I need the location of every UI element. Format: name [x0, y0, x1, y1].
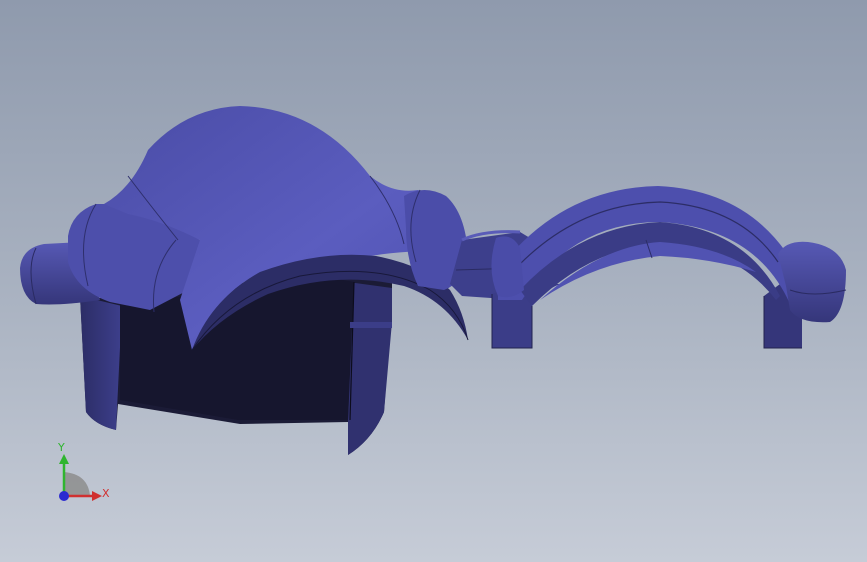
left-housing-right-wall: [348, 282, 392, 455]
z-axis-dot: [59, 491, 69, 501]
x-axis-label: X: [102, 487, 110, 500]
right-arch-bracket: [491, 186, 847, 349]
triad-xy-plane-wedge: [64, 472, 90, 496]
left-housing-side-wall: [80, 296, 122, 430]
left-housing-lip: [350, 322, 392, 328]
3d-model-part[interactable]: [0, 0, 867, 562]
graphics-viewport[interactable]: Y X: [0, 0, 867, 562]
left-housing: [20, 106, 469, 455]
view-orientation-triad: Y X: [40, 438, 120, 510]
y-axis-label: Y: [58, 441, 65, 454]
